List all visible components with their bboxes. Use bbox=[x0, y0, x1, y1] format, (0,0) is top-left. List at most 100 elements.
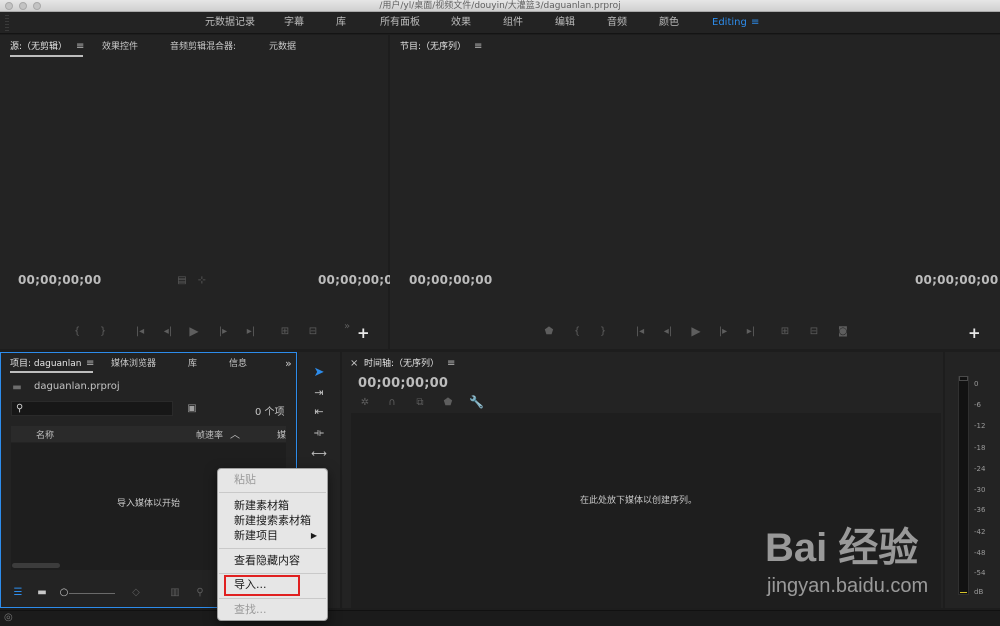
close-icon[interactable]: × bbox=[350, 352, 358, 376]
go-to-out-icon[interactable]: ▸| bbox=[244, 326, 258, 338]
highlight-box bbox=[224, 575, 300, 596]
source-timecode-duration: 00;00;00;0 bbox=[318, 273, 393, 287]
meter-scale-label: -36 bbox=[974, 506, 986, 514]
meter-scale-unit: dB bbox=[974, 588, 984, 596]
nest-icon[interactable]: ✲ bbox=[359, 397, 371, 409]
menu-item-new-search-bin[interactable]: 新建搜索素材箱 bbox=[234, 514, 311, 528]
camera-icon[interactable]: ◙ bbox=[836, 326, 850, 338]
program-timecode-duration: 00;00;00;00 bbox=[915, 273, 999, 287]
ripple-edit-tool-icon[interactable]: ⇤ bbox=[310, 405, 328, 419]
meter-scale-label: -18 bbox=[974, 444, 986, 452]
tab-timeline[interactable]: 时间轴:（无序列） bbox=[364, 352, 439, 376]
go-to-in-icon[interactable]: |◂ bbox=[633, 326, 647, 338]
menu-item-new-item[interactable]: 新建项目 bbox=[234, 529, 278, 543]
step-back-icon[interactable]: ◂| bbox=[162, 326, 174, 338]
play-icon[interactable]: ▶ bbox=[188, 325, 200, 337]
source-panel: 源:（无剪辑） ≡ 效果控件 音频剪辑混合器: 元数据 00;00;00;00 … bbox=[0, 35, 393, 349]
clip-indicator[interactable] bbox=[959, 376, 968, 381]
tab-program[interactable]: 节目:（无序列） bbox=[400, 35, 466, 59]
audio-meter-panel bbox=[945, 352, 1000, 608]
meter-scale-label: -48 bbox=[974, 549, 986, 557]
panel-menu-icon[interactable]: ≡ bbox=[474, 35, 482, 59]
step-forward-icon[interactable]: |▸ bbox=[717, 326, 729, 338]
workspace-bar: 元数据记录 字幕 库 所有面板 效果 组件 编辑 音频 颜色 Editing ≡ bbox=[0, 12, 1000, 34]
menu-item-find[interactable]: 查找... bbox=[234, 603, 267, 617]
source-tabbar: 源:（无剪辑） ≡ 效果控件 音频剪辑混合器: 元数据 bbox=[0, 35, 388, 59]
timeline-timecode[interactable]: 00;00;00;00 bbox=[358, 376, 448, 391]
tab-effect-controls[interactable]: 效果控件 bbox=[102, 35, 138, 59]
overwrite-clip-icon[interactable]: ⊟ bbox=[305, 326, 321, 338]
active-tab-underline bbox=[10, 55, 83, 57]
program-panel: 节目:（无序列） ≡ 00;00;00;00 00;00;00;00 ⬟ { }… bbox=[390, 35, 1000, 349]
status-bar: ◎ bbox=[0, 610, 1000, 626]
workspace-effects[interactable]: 效果 bbox=[451, 12, 471, 34]
workspace-metadata-logging[interactable]: 元数据记录 bbox=[205, 12, 255, 34]
tab-audio-clip-mixer[interactable]: 音频剪辑混合器: bbox=[170, 35, 236, 59]
menu-item-new-bin[interactable]: 新建素材箱 bbox=[234, 499, 289, 513]
meter-scale-label: -12 bbox=[974, 422, 986, 430]
menu-separator bbox=[219, 548, 326, 549]
step-back-icon[interactable]: ◂| bbox=[662, 326, 674, 338]
timeline-drop-area[interactable]: 在此处放下媒体以创建序列。 bbox=[351, 413, 941, 608]
window-titlebar: /用户/yl/桌面/视频文件/douyin/大灌篮3/daguanlan.prp… bbox=[0, 0, 1000, 12]
slip-tool-icon[interactable]: ⟷ bbox=[310, 447, 328, 461]
context-menu: 粘贴 新建素材箱 新建搜索素材箱 新建项目 ▶ 查看隐藏内容 导入... 查找.… bbox=[217, 468, 328, 621]
lift-icon[interactable]: ⊞ bbox=[777, 326, 793, 338]
meter-scale-label: -42 bbox=[974, 528, 986, 536]
menu-separator bbox=[219, 598, 326, 599]
meter-scale-label: -24 bbox=[974, 465, 986, 473]
workspace-captions[interactable]: 字幕 bbox=[284, 12, 304, 34]
program-tabbar: 节目:（无序列） ≡ bbox=[390, 35, 1000, 59]
meter-scale-label: 0 bbox=[974, 380, 979, 388]
linked-selection-icon[interactable]: ⧉ bbox=[414, 397, 426, 409]
go-to-out-icon[interactable]: ▸| bbox=[744, 326, 758, 338]
wrench-icon[interactable]: 🔧 bbox=[469, 396, 484, 408]
submenu-arrow-icon: ▶ bbox=[310, 531, 317, 540]
workspace-libraries[interactable]: 库 bbox=[336, 12, 346, 34]
workspace-assembly[interactable]: 组件 bbox=[503, 12, 523, 34]
workspace-editing[interactable]: Editing bbox=[712, 12, 747, 34]
status-icon[interactable]: ◎ bbox=[4, 612, 13, 623]
add-marker-icon[interactable]: ⬟ bbox=[442, 397, 454, 409]
hamburger-icon[interactable]: ≡ bbox=[751, 17, 760, 28]
insert-icon[interactable]: ⊹ bbox=[196, 275, 208, 287]
audio-meter-bar bbox=[958, 376, 969, 595]
tab-metadata[interactable]: 元数据 bbox=[269, 35, 296, 59]
mark-out-icon[interactable]: } bbox=[598, 326, 608, 338]
meter-scale-label: -6 bbox=[974, 401, 981, 409]
mark-in-icon[interactable]: { bbox=[72, 326, 82, 338]
workspace-all-panels[interactable]: 所有面板 bbox=[380, 12, 420, 34]
play-icon[interactable]: ▶ bbox=[690, 325, 702, 337]
marker-icon[interactable]: ⬟ bbox=[543, 326, 555, 338]
source-timecode-current[interactable]: 00;00;00;00 bbox=[18, 273, 101, 287]
workspace-editing-cn[interactable]: 编辑 bbox=[555, 12, 575, 34]
overflow-icon[interactable]: » bbox=[342, 321, 352, 333]
add-button-icon[interactable]: + bbox=[357, 326, 370, 341]
menu-separator bbox=[219, 573, 326, 574]
add-button-icon[interactable]: + bbox=[968, 326, 981, 341]
panel-menu-icon[interactable]: ≡ bbox=[447, 352, 455, 376]
menu-item-view-hidden[interactable]: 查看隐藏内容 bbox=[234, 554, 300, 568]
workspace-audio[interactable]: 音频 bbox=[607, 12, 627, 34]
step-forward-icon[interactable]: |▸ bbox=[217, 326, 229, 338]
meter-scale-label: -54 bbox=[974, 569, 986, 577]
window-title: /用户/yl/桌面/视频文件/douyin/大灌篮3/daguanlan.prp… bbox=[379, 1, 621, 11]
insert-clip-icon[interactable]: ⊞ bbox=[277, 326, 293, 338]
timeline-empty-hint: 在此处放下媒体以创建序列。 bbox=[580, 496, 698, 506]
timeline-tabbar: × 时间轴:（无序列） ≡ bbox=[342, 352, 943, 376]
snap-icon[interactable]: ∩ bbox=[386, 397, 398, 409]
workspace-color[interactable]: 颜色 bbox=[659, 12, 679, 34]
mark-in-icon[interactable]: { bbox=[572, 326, 582, 338]
clip-icon[interactable]: ▤ bbox=[177, 275, 187, 287]
menu-item-paste[interactable]: 粘贴 bbox=[234, 473, 256, 487]
program-timecode-current[interactable]: 00;00;00;00 bbox=[409, 273, 492, 287]
extract-icon[interactable]: ⊟ bbox=[806, 326, 822, 338]
grip-icon bbox=[5, 15, 9, 31]
mark-out-icon[interactable]: } bbox=[98, 326, 108, 338]
go-to-in-icon[interactable]: |◂ bbox=[133, 326, 147, 338]
razor-tool-icon[interactable]: ⟛ bbox=[310, 426, 328, 440]
meter-level bbox=[960, 592, 967, 593]
meter-scale-label: -30 bbox=[974, 486, 986, 494]
selection-tool-icon[interactable]: ➤ bbox=[310, 366, 328, 380]
track-select-tool-icon[interactable]: ⇥ bbox=[310, 386, 328, 400]
